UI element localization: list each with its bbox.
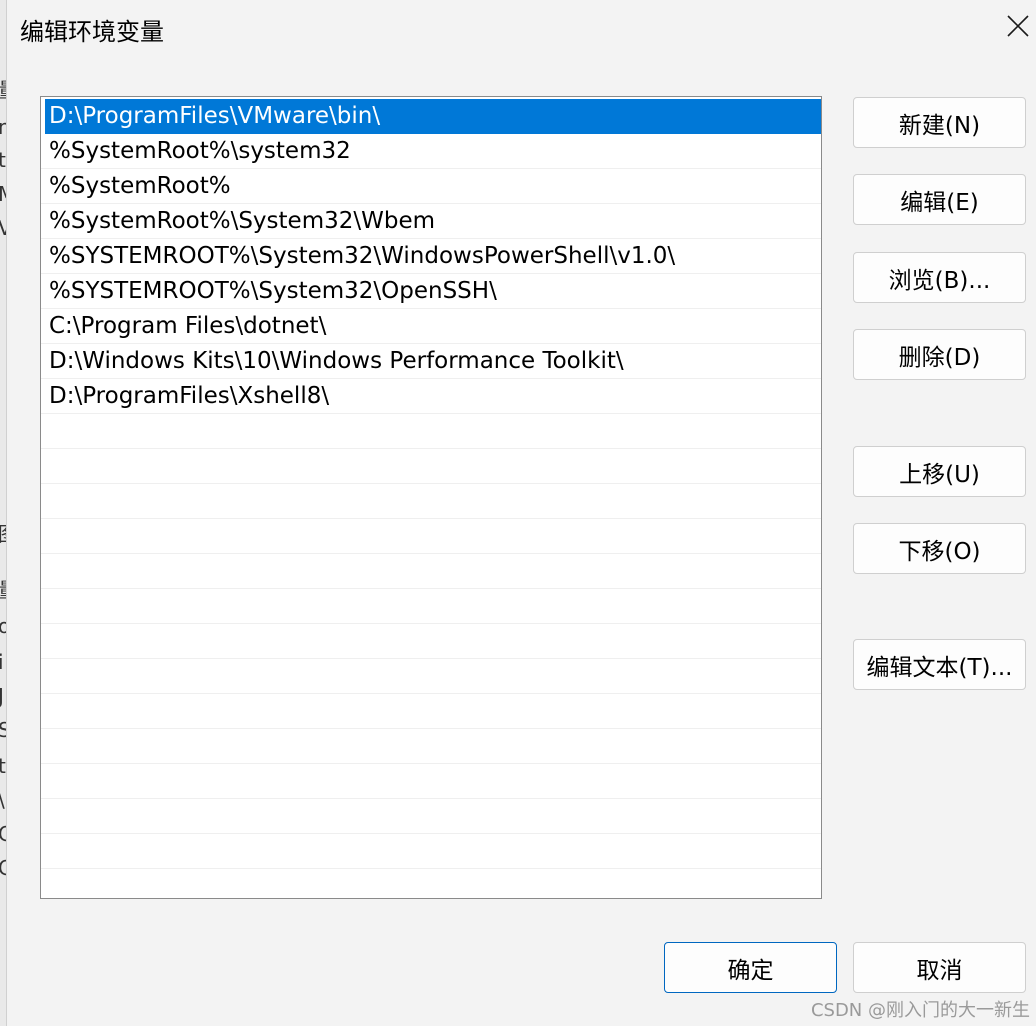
- background-glyph: o: [0, 614, 6, 638]
- background-glyph: \: [0, 788, 6, 812]
- browse-button[interactable]: 浏览(B)...: [853, 252, 1026, 303]
- list-item[interactable]: C:\Program Files\dotnet\: [41, 309, 821, 344]
- background-glyph: 量: [0, 74, 6, 103]
- background-window-edge: 量 n t M V 图 量 o i J S t \ C C: [0, 0, 7, 1026]
- background-glyph: J: [0, 684, 4, 708]
- list-item[interactable]: %SYSTEMROOT%\System32\WindowsPowerShell\…: [41, 239, 821, 274]
- path-list[interactable]: D:\ProgramFiles\VMware\bin\ %SystemRoot%…: [40, 96, 822, 899]
- background-glyph: V: [0, 216, 6, 240]
- background-glyph: n: [0, 115, 6, 139]
- edit-env-var-dialog: 量 n t M V 图 量 o i J S t \ C C 编辑环境变量 D:\…: [0, 0, 1036, 1026]
- empty-row[interactable]: [41, 694, 821, 729]
- background-glyph: C: [0, 856, 6, 880]
- background-glyph: 量: [0, 574, 6, 603]
- empty-row[interactable]: [41, 589, 821, 624]
- list-item[interactable]: D:\ProgramFiles\VMware\bin\: [45, 99, 821, 134]
- background-glyph: i: [0, 650, 4, 674]
- empty-row[interactable]: [41, 414, 821, 449]
- close-icon: [1007, 15, 1029, 37]
- ok-button[interactable]: 确定: [664, 942, 837, 993]
- empty-row[interactable]: [41, 799, 821, 834]
- delete-button[interactable]: 删除(D): [853, 329, 1026, 380]
- move-down-button[interactable]: 下移(O): [853, 523, 1026, 574]
- empty-row[interactable]: [41, 834, 821, 869]
- dialog-title: 编辑环境变量: [20, 18, 164, 46]
- list-item[interactable]: D:\ProgramFiles\Xshell8\: [41, 379, 821, 414]
- new-button[interactable]: 新建(N): [853, 97, 1026, 148]
- list-item[interactable]: %SystemRoot%\system32: [41, 134, 821, 169]
- cancel-button[interactable]: 取消: [853, 942, 1026, 993]
- edit-text-button[interactable]: 编辑文本(T)...: [853, 639, 1026, 690]
- empty-row[interactable]: [41, 869, 821, 898]
- list-item[interactable]: %SystemRoot%\System32\Wbem: [41, 204, 821, 239]
- watermark: CSDN @刚入门的大一新生: [810, 1000, 1030, 1021]
- empty-row[interactable]: [41, 764, 821, 799]
- background-glyph: 图: [0, 518, 6, 547]
- close-button[interactable]: [1000, 6, 1036, 46]
- empty-row[interactable]: [41, 484, 821, 519]
- background-glyph: t: [0, 754, 6, 778]
- list-item[interactable]: %SystemRoot%: [41, 169, 821, 204]
- background-glyph: M: [0, 182, 6, 206]
- list-item[interactable]: D:\Windows Kits\10\Windows Performance T…: [41, 344, 821, 379]
- empty-row[interactable]: [41, 659, 821, 694]
- empty-row[interactable]: [41, 624, 821, 659]
- empty-row[interactable]: [41, 729, 821, 764]
- empty-row[interactable]: [41, 519, 821, 554]
- empty-row[interactable]: [41, 554, 821, 589]
- list-item[interactable]: %SYSTEMROOT%\System32\OpenSSH\: [41, 274, 821, 309]
- edit-button[interactable]: 编辑(E): [853, 174, 1026, 225]
- background-glyph: C: [0, 822, 6, 846]
- empty-row[interactable]: [41, 449, 821, 484]
- background-glyph: t: [0, 148, 6, 172]
- background-glyph: S: [0, 718, 6, 742]
- move-up-button[interactable]: 上移(U): [853, 446, 1026, 497]
